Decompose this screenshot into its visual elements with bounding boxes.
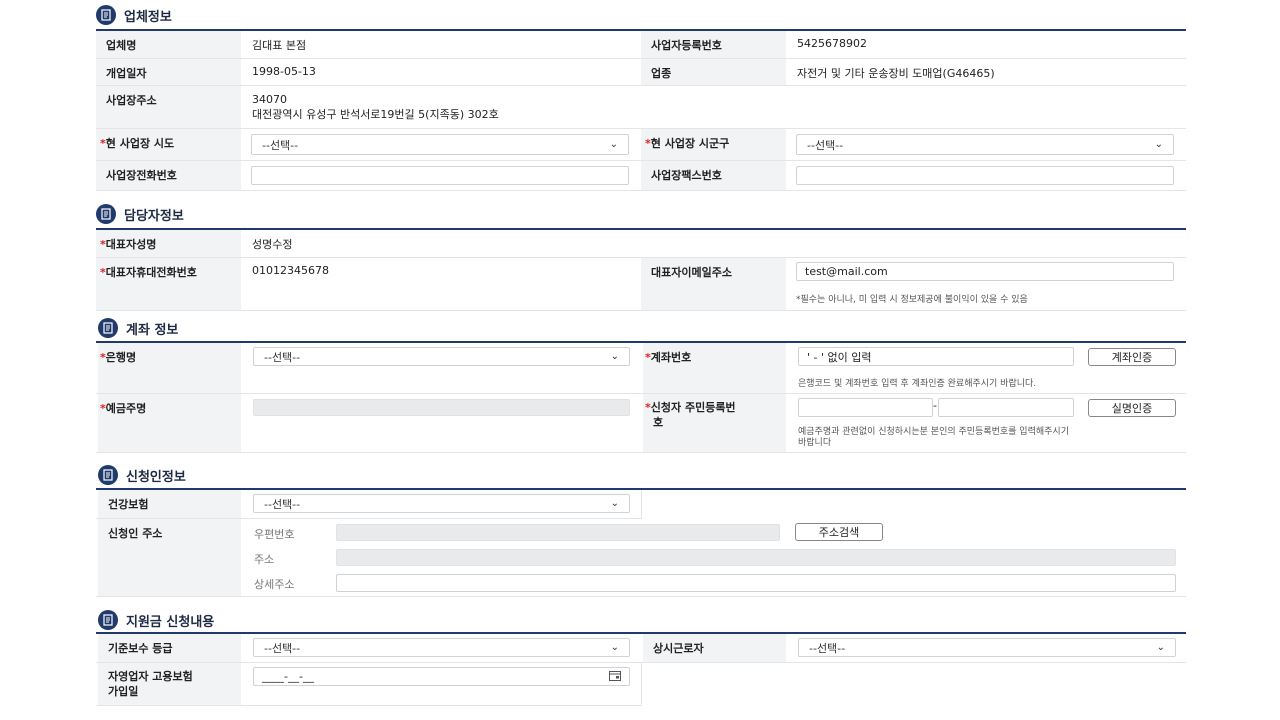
accno-input[interactable]: ' - ' 없이 입력: [798, 347, 1074, 366]
insurance-label: 건강보험: [98, 490, 241, 518]
row-divider: [96, 452, 1186, 453]
applicant-address-label: 신청인 주소: [98, 519, 241, 596]
insurance-select[interactable]: --선택-- ⌄: [253, 494, 630, 513]
fax-label: 사업장팩스번호: [641, 161, 786, 190]
company-name-value: 김대표 본점: [242, 31, 638, 58]
rrn-separator: -: [933, 399, 937, 412]
holder-label: *예금주명: [98, 394, 241, 452]
bizno-label: 사업자등록번호: [641, 31, 786, 58]
cell-divider: [641, 663, 642, 705]
addr-label: 주소: [254, 553, 275, 566]
chevron-down-icon: ⌄: [610, 351, 619, 362]
accno-label: *계좌번호: [643, 343, 786, 393]
bizno-value: 5425678902: [787, 31, 1186, 58]
address-line: 대전광역시 유성구 반석서로19번길 5(지족동) 302호: [252, 108, 499, 121]
chevron-down-icon: ⌄: [609, 139, 618, 150]
realname-verify-button[interactable]: 실명인증: [1088, 399, 1176, 417]
sido-select[interactable]: --선택-- ⌄: [251, 134, 629, 155]
rep-email-label: 대표자이메일주소: [641, 258, 786, 310]
document-icon: [98, 610, 118, 630]
join-date-label: 자영업자 고용보험 가입일: [98, 663, 241, 705]
zip-label: 우편번호: [254, 528, 295, 541]
industry-value: 자전거 및 기타 운송장비 도매업(G46465): [787, 59, 1186, 85]
account-verify-button[interactable]: 계좌인증: [1088, 348, 1176, 366]
worker-select[interactable]: --선택-- ⌄: [798, 638, 1176, 657]
chevron-down-icon: ⌄: [610, 498, 619, 509]
rep-name-value: 성명수정: [242, 230, 1186, 257]
row-divider: [96, 190, 1186, 191]
rep-mobile-value: 01012345678: [242, 258, 638, 310]
grade-select[interactable]: --선택-- ⌄: [253, 638, 630, 657]
row-divider: [96, 393, 1186, 394]
join-date-input[interactable]: ____-__-__: [253, 667, 630, 686]
document-icon: [96, 204, 116, 224]
zip-input[interactable]: [336, 524, 780, 541]
grade-label: 기준보수 등급: [98, 634, 241, 662]
open-date-label: 개업일자: [96, 59, 241, 85]
email-hint: *필수는 아니나, 미 입력 시 정보제공에 불이익이 있을 수 있음: [796, 295, 1028, 305]
section-title-account: 계좌 정보: [98, 317, 178, 339]
row-divider: [96, 310, 1186, 311]
company-name-label: 업체명: [96, 31, 241, 58]
sigungu-label: *현 사업장 시군구: [641, 129, 786, 160]
holder-input[interactable]: [253, 399, 630, 416]
industry-label: 업종: [641, 59, 786, 85]
phone-label: 사업장전화번호: [96, 161, 241, 190]
chevron-down-icon: ⌄: [610, 642, 619, 653]
detail-addr-input[interactable]: [336, 574, 1176, 592]
fax-input[interactable]: [796, 166, 1174, 185]
sido-label: *현 사업장 시도: [96, 129, 241, 160]
section-title-manager: 담당자정보: [96, 203, 184, 225]
section-rule: [96, 632, 1186, 634]
phone-input[interactable]: [251, 166, 629, 185]
detail-addr-label: 상세주소: [254, 578, 295, 591]
calendar-icon[interactable]: [609, 670, 621, 684]
rrn-back-input[interactable]: [938, 398, 1074, 417]
chevron-down-icon: ⌄: [1154, 139, 1163, 150]
section-rule: [96, 341, 1186, 343]
section-title-company: 업체정보: [96, 4, 172, 26]
chevron-down-icon: ⌄: [1156, 642, 1165, 653]
accno-hint: 은행코드 및 계좌번호 입력 후 계좌인증 완료해주시기 바랍니다.: [798, 379, 1037, 389]
row-divider: [96, 596, 1186, 597]
cell-divider: [641, 490, 642, 518]
rep-mobile-label: *대표자휴대전화번호: [96, 258, 241, 310]
rrn-hint: 예금주명과 관련없이 신청하시는분 본인의 주민등록번호를 입력해주시기 바랍니…: [798, 427, 1069, 448]
document-icon: [96, 5, 116, 25]
open-date-value: 1998-05-13: [242, 59, 638, 85]
rrn-label: *신청자 주민등록번 호: [643, 394, 786, 452]
section-title-applicant: 신청인정보: [98, 464, 186, 486]
rrn-front-input[interactable]: [798, 398, 933, 417]
bank-label: *은행명: [98, 343, 241, 393]
row-divider: [96, 705, 642, 706]
address-label: 사업장주소: [96, 86, 241, 128]
addr-input[interactable]: [336, 549, 1176, 566]
address-zip: 34070: [252, 93, 287, 106]
bank-select[interactable]: --선택-- ⌄: [253, 347, 630, 366]
document-icon: [98, 318, 118, 338]
document-icon: [98, 465, 118, 485]
address-value: 34070 대전광역시 유성구 반석서로19번길 5(지족동) 302호: [242, 86, 1186, 128]
worker-label: 상시근로자: [643, 634, 786, 662]
rep-name-label: *대표자성명: [96, 230, 241, 257]
rep-email-input[interactable]: test@mail.com: [796, 262, 1174, 281]
address-search-button[interactable]: 주소검색: [795, 523, 883, 541]
section-title-subsidy: 지원금 신청내용: [98, 609, 214, 631]
sigungu-select[interactable]: --선택-- ⌄: [796, 134, 1174, 155]
